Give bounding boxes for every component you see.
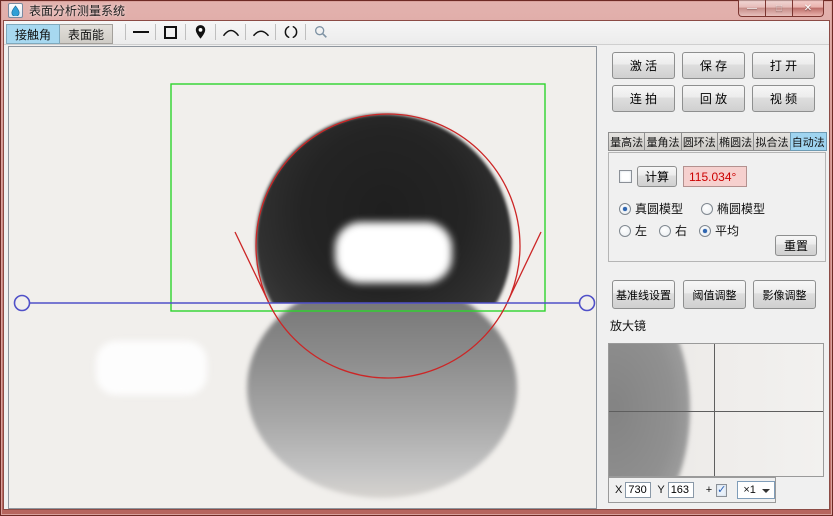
save-button[interactable]: 保 存	[682, 52, 745, 79]
playback-button[interactable]: 回 放	[682, 85, 745, 112]
tangent-line-right	[507, 232, 541, 303]
true-circle-model-radio[interactable]	[619, 203, 631, 215]
zoom-factor-dropdown[interactable]: ×1	[737, 481, 775, 499]
toolbar-separator	[215, 24, 216, 40]
method-tab-ring[interactable]: 圆环法	[681, 132, 718, 151]
video-button[interactable]: 视 频	[752, 85, 815, 112]
baseline-handle-right[interactable]	[580, 296, 595, 311]
tab-surface-energy[interactable]: 表面能	[60, 24, 113, 44]
zoom-factor-value: ×1	[743, 484, 756, 496]
average-radio[interactable]	[699, 225, 711, 237]
burst-button[interactable]: 连 拍	[612, 85, 675, 112]
rotate-icon	[284, 24, 298, 40]
method-tab-ellipse[interactable]: 椭圆法	[717, 132, 754, 151]
right-side-radio[interactable]	[659, 225, 671, 237]
minimize-button[interactable]: —	[738, 0, 766, 17]
arc-icon	[252, 26, 270, 38]
image-adjust-button[interactable]: 影像调整	[753, 280, 816, 309]
right-side-label: 右	[675, 222, 687, 239]
fit-circle	[256, 114, 520, 378]
y-coordinate-input[interactable]	[668, 482, 694, 498]
tab-contact-angle[interactable]: 接触角	[6, 24, 60, 44]
calc-checkbox[interactable]	[619, 170, 632, 183]
crosshair-checkbox[interactable]: ✓	[716, 484, 727, 497]
arc-left-tool-button[interactable]	[218, 22, 243, 43]
crosshair-plus-label: +	[706, 484, 712, 496]
baseline-handle-left[interactable]	[15, 296, 30, 311]
method-tab-auto[interactable]: 自动法	[790, 132, 827, 151]
average-label: 平均	[715, 222, 739, 239]
line-icon	[133, 31, 149, 33]
toolbar-separator	[185, 24, 186, 40]
magnifier-droplet-edge	[608, 343, 690, 477]
open-button[interactable]: 打 开	[752, 52, 815, 79]
activate-button[interactable]: 激 活	[612, 52, 675, 79]
dropdown-arrow-icon	[762, 489, 770, 493]
rectangle-tool-button[interactable]	[158, 22, 183, 43]
method-tab-fitting[interactable]: 拟合法	[753, 132, 790, 151]
method-tab-bar: 量高法 量角法 圆环法 椭圆法 拟合法 自动法	[608, 132, 826, 151]
reset-button[interactable]: 重置	[775, 235, 817, 256]
control-panel: 激 活 保 存 打 开 连 拍 回 放 视 频 量高法 量角法 圆环法 椭圆法 …	[604, 46, 826, 509]
baseline-settings-button[interactable]: 基准线设置	[612, 280, 675, 309]
method-tab-height[interactable]: 量高法	[608, 132, 645, 151]
left-side-label: 左	[635, 222, 647, 239]
toolbar-separator	[245, 24, 246, 40]
toolbar-separator	[125, 24, 126, 40]
maximize-button[interactable]: □	[766, 0, 793, 17]
threshold-adjust-button[interactable]: 阈值调整	[683, 280, 746, 309]
magnifier-title: 放大镜	[610, 317, 646, 334]
rectangle-icon	[164, 26, 177, 39]
toolbar-separator	[305, 24, 306, 40]
tangent-line-left	[235, 232, 269, 303]
arc-icon	[222, 26, 240, 38]
ellipse-model-radio[interactable]	[701, 203, 713, 215]
window-titlebar[interactable]: 表面分析测量系统 — □ ✕	[0, 0, 833, 21]
image-canvas[interactable]	[8, 46, 597, 509]
true-circle-model-label: 真圆模型	[635, 200, 683, 217]
magnifier-view	[608, 343, 824, 477]
arc-right-tool-button[interactable]	[248, 22, 273, 43]
x-coordinate-input[interactable]	[625, 482, 651, 498]
pin-icon	[193, 24, 208, 40]
measurement-group: 计算 115.034° 真圆模型 椭圆模型 左 右 平均 重置	[608, 152, 826, 262]
window-title: 表面分析测量系统	[29, 2, 125, 19]
close-button[interactable]: ✕	[793, 0, 824, 17]
y-coordinate-label: Y	[657, 484, 664, 496]
magnifier-controls: X Y + ✓ ×1	[608, 477, 776, 503]
ellipse-model-label: 椭圆模型	[717, 200, 765, 217]
magnifier-crosshair-horizontal	[609, 411, 824, 412]
x-coordinate-label: X	[615, 484, 622, 496]
rotate-tool-button[interactable]	[278, 22, 303, 43]
measurement-overlay	[9, 47, 596, 508]
toolbar-separator	[275, 24, 276, 40]
toolbar-separator	[155, 24, 156, 40]
app-window: 表面分析测量系统 — □ ✕ 接触角 表面能	[0, 0, 833, 516]
baseline-tool-button[interactable]	[128, 22, 153, 43]
magnifier-icon	[313, 24, 329, 40]
toolbar: 接触角 表面能	[4, 21, 829, 45]
pin-tool-button[interactable]	[188, 22, 213, 43]
calculate-button[interactable]: 计算	[637, 166, 677, 187]
zoom-tool-button[interactable]	[308, 22, 333, 43]
method-tab-angle[interactable]: 量角法	[644, 132, 681, 151]
app-icon	[8, 3, 23, 18]
left-side-radio[interactable]	[619, 225, 631, 237]
client-area: 接触角 表面能	[4, 21, 829, 509]
angle-value-field: 115.034°	[683, 166, 747, 187]
